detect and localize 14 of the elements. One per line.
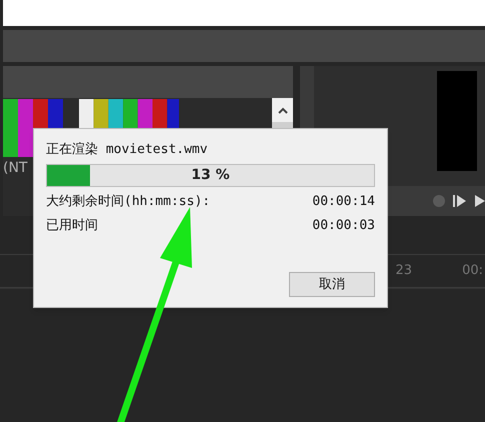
play-frame-icon[interactable]	[453, 194, 467, 208]
scroll-up-button[interactable]	[272, 98, 293, 122]
chevron-up-icon	[278, 106, 288, 114]
play-icon[interactable]	[475, 194, 485, 208]
row-label: 已用时间	[46, 217, 98, 235]
ruler-label: 23	[396, 262, 412, 280]
ruler-label: 00:	[462, 262, 483, 280]
row-label: 大约剩余时间(hh:mm:ss):	[46, 193, 210, 211]
panel-label: (NT	[3, 161, 28, 175]
row-value: 00:00:14	[312, 193, 375, 211]
dialog-title: 正在渲染 movietest.wmv	[46, 141, 209, 159]
row-value: 00:00:03	[312, 217, 375, 235]
cancel-button[interactable]: 取消	[289, 272, 375, 297]
progress-text: 13 %	[190, 166, 231, 185]
